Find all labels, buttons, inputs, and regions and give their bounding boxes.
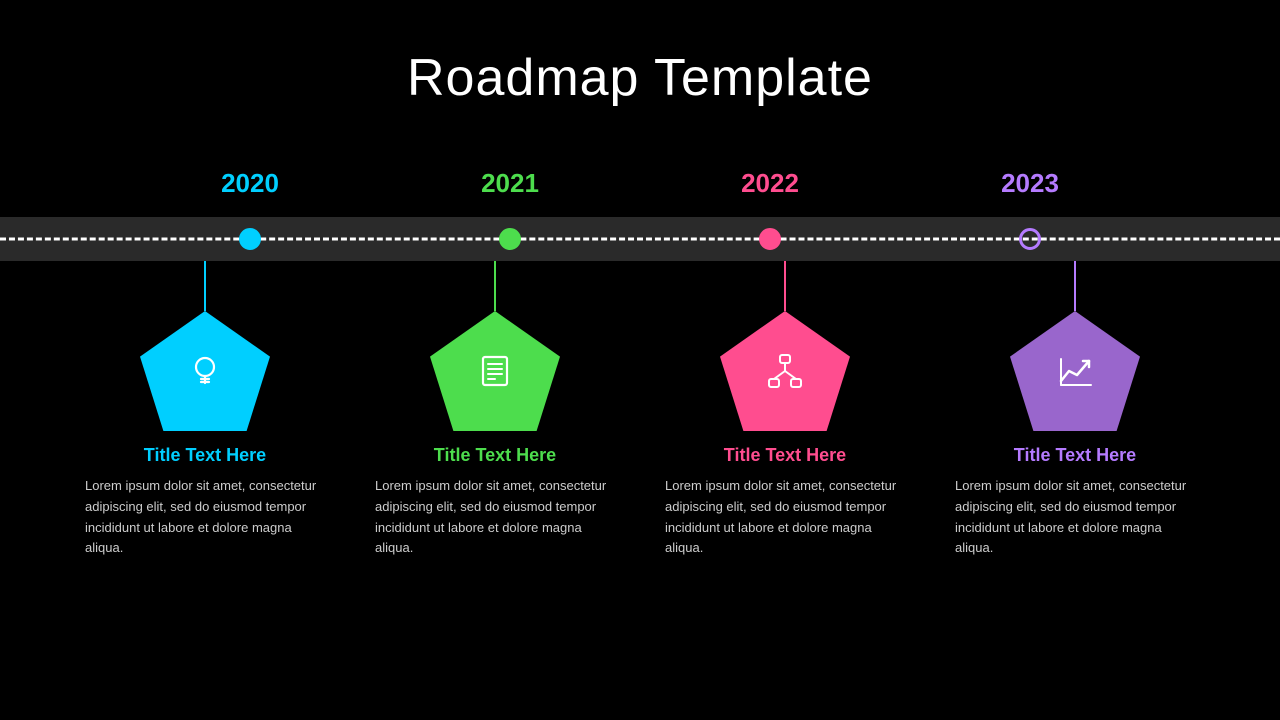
roadmap-item-2023: Title Text Here Lorem ipsum dolor sit am… [955, 261, 1195, 559]
chart-icon [1053, 349, 1097, 393]
roadmap-item-2020: Title Text Here Lorem ipsum dolor sit am… [85, 261, 325, 559]
network-icon [763, 349, 807, 393]
list-icon [473, 349, 517, 393]
connector-2021 [494, 261, 496, 311]
lightbulb-icon [183, 349, 227, 393]
year-label-2021: 2021 [410, 168, 610, 199]
item-desc-2023: Lorem ipsum dolor sit amet, consectetur … [955, 476, 1195, 559]
connector-2022 [784, 261, 786, 311]
timeline-dot-2023 [1019, 228, 1041, 250]
roadmap-item-2021: Title Text Here Lorem ipsum dolor sit am… [375, 261, 615, 559]
item-title-2023: Title Text Here [1014, 445, 1136, 466]
item-desc-2021: Lorem ipsum dolor sit amet, consectetur … [375, 476, 615, 559]
pentagon-2022 [720, 311, 850, 431]
years-row: 2020 2021 2022 2023 [0, 168, 1280, 199]
connector-2023 [1074, 261, 1076, 311]
item-desc-2022: Lorem ipsum dolor sit amet, consectetur … [665, 476, 905, 559]
timeline-dot-2021 [499, 228, 521, 250]
roadmap-item-2022: Title Text Here Lorem ipsum dolor sit am… [665, 261, 905, 559]
dots-row [0, 217, 1280, 261]
dot-wrapper-2023 [930, 228, 1130, 250]
pentagon-2020 [140, 311, 270, 431]
item-title-2021: Title Text Here [434, 445, 556, 466]
timeline-dot-2022 [759, 228, 781, 250]
timeline-section: 2020 2021 2022 2023 [0, 168, 1280, 559]
connector-2020 [204, 261, 206, 311]
pentagon-2023 [1010, 311, 1140, 431]
item-title-2020: Title Text Here [144, 445, 266, 466]
year-label-2023: 2023 [930, 168, 1130, 199]
dot-wrapper-2021 [410, 228, 610, 250]
year-label-2022: 2022 [670, 168, 870, 199]
item-desc-2020: Lorem ipsum dolor sit amet, consectetur … [85, 476, 325, 559]
items-row: Title Text Here Lorem ipsum dolor sit am… [0, 261, 1280, 559]
timeline-bar [0, 217, 1280, 261]
year-label-2020: 2020 [150, 168, 350, 199]
timeline-dot-2020 [239, 228, 261, 250]
dot-wrapper-2022 [670, 228, 870, 250]
item-title-2022: Title Text Here [724, 445, 846, 466]
page-title: Roadmap Template [407, 48, 873, 108]
pentagon-2021 [430, 311, 560, 431]
dot-wrapper-2020 [150, 228, 350, 250]
